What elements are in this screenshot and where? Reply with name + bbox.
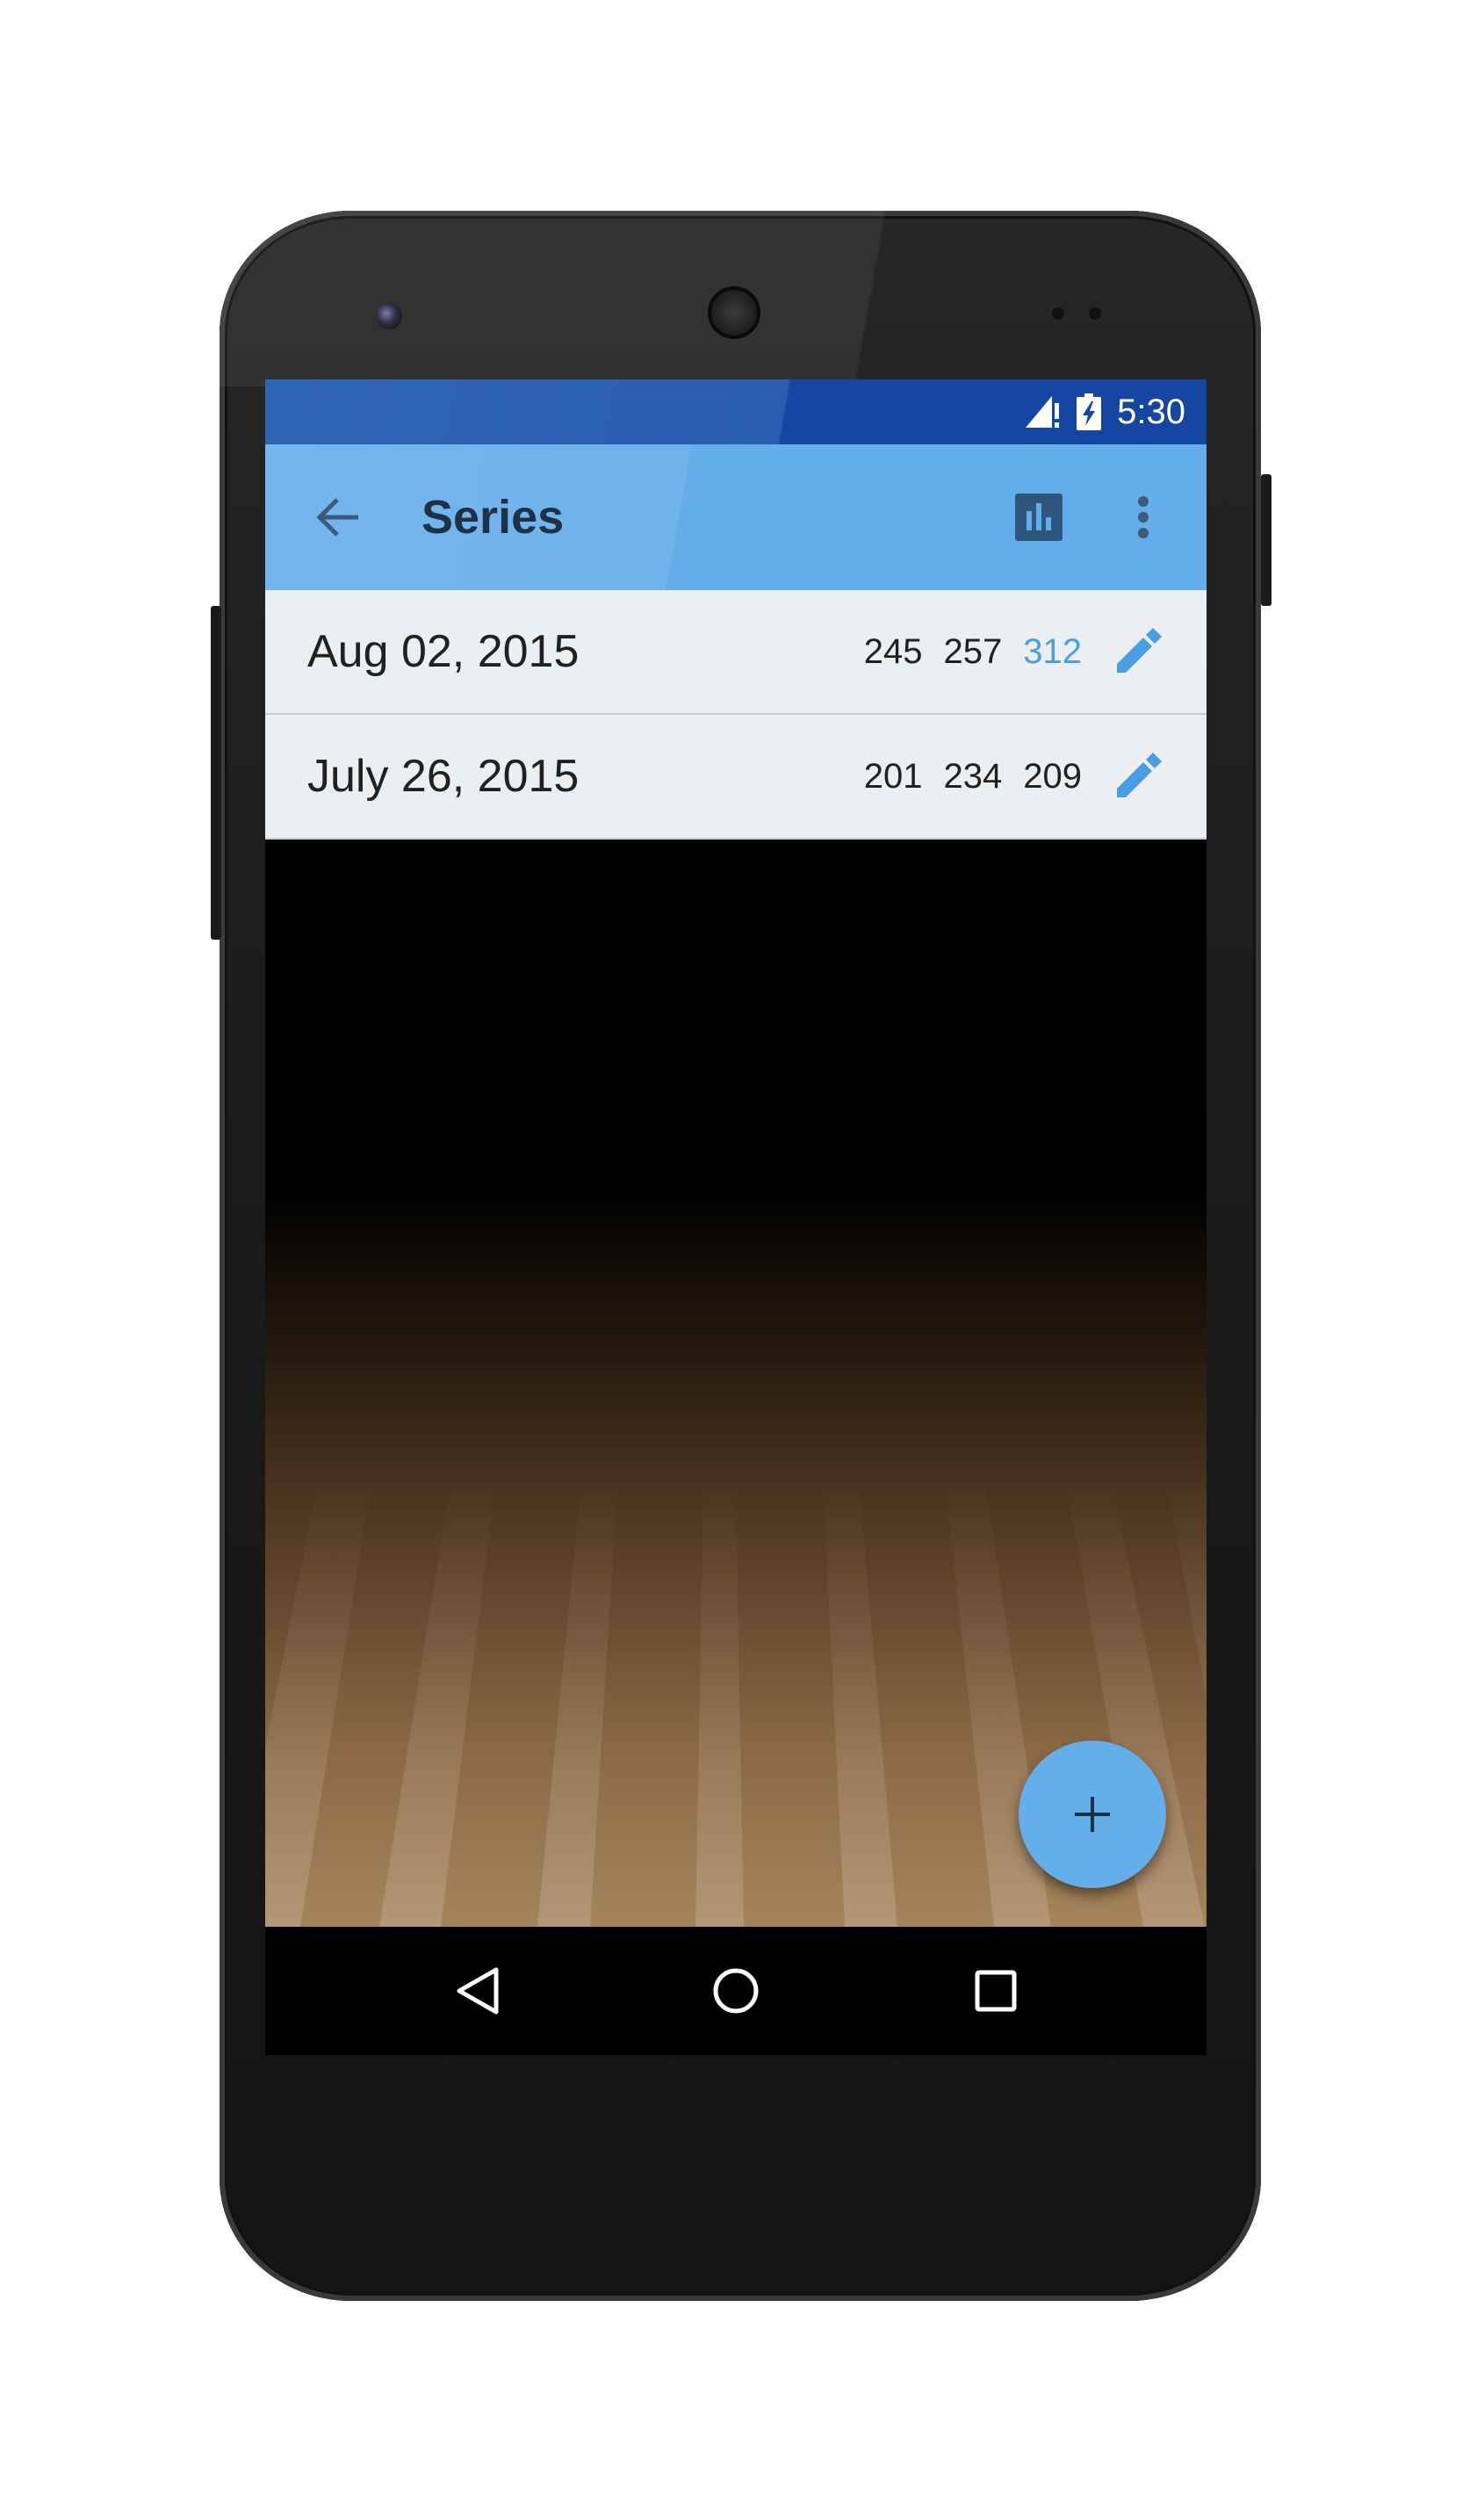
more-vertical-icon — [1138, 496, 1149, 538]
earpiece-speaker — [708, 286, 760, 339]
series-date: Aug 02, 2015 — [307, 626, 580, 677]
list-item[interactable]: Aug 02, 2015 245 257 312 — [265, 590, 1207, 715]
chart-button[interactable] — [1013, 492, 1064, 543]
screen: 5:30 Series Aug 02, 2015 245 257 312 Jul… — [265, 379, 1207, 2055]
light-sensor — [1089, 307, 1101, 320]
volume-button — [211, 606, 221, 940]
pencil-icon — [1117, 753, 1162, 797]
list-item[interactable]: July 26, 2015 201 234 209 — [265, 715, 1207, 840]
power-button — [1261, 474, 1271, 606]
score: 209 — [1023, 756, 1082, 796]
status-icons: 5:30 — [1026, 379, 1185, 444]
best-score: 312 — [1023, 631, 1082, 671]
series-date: July 26, 2015 — [307, 751, 580, 802]
nav-home-icon — [713, 1968, 759, 2014]
front-camera — [376, 303, 402, 329]
nav-recent-apps-button[interactable] — [965, 1960, 1027, 2022]
series-list: Aug 02, 2015 245 257 312 July 26, 2015 2… — [265, 590, 1207, 840]
score: 234 — [943, 756, 1003, 796]
arrow-back-icon — [316, 498, 358, 537]
add-icon — [1075, 1797, 1110, 1832]
proximity-sensor — [1052, 307, 1064, 320]
navigation-bar — [265, 1927, 1207, 2055]
nav-recent-apps-icon — [975, 1970, 1017, 2012]
pencil-icon — [1117, 628, 1162, 673]
series-scores: 201 234 209 — [864, 757, 1082, 797]
app-bar: Series — [265, 444, 1207, 590]
battery-charging-icon — [1077, 393, 1102, 430]
signal-icon — [1026, 396, 1060, 428]
edit-button[interactable] — [1112, 625, 1164, 678]
overflow-menu-button[interactable] — [1124, 487, 1163, 548]
back-button[interactable] — [307, 487, 369, 548]
score: 245 — [863, 631, 923, 671]
bar-chart-icon — [1015, 494, 1063, 541]
series-scores: 245 257 312 — [864, 632, 1082, 672]
page-title: Series — [421, 491, 565, 544]
status-bar: 5:30 — [265, 379, 1207, 444]
nav-back-button[interactable] — [446, 1960, 508, 2022]
score: 201 — [863, 756, 923, 796]
nav-home-button[interactable] — [705, 1960, 767, 2022]
score: 257 — [943, 631, 1003, 671]
status-time: 5:30 — [1117, 392, 1185, 431]
nav-back-icon — [457, 1967, 499, 2015]
edit-button[interactable] — [1112, 750, 1164, 803]
add-series-button[interactable] — [1019, 1741, 1166, 1888]
